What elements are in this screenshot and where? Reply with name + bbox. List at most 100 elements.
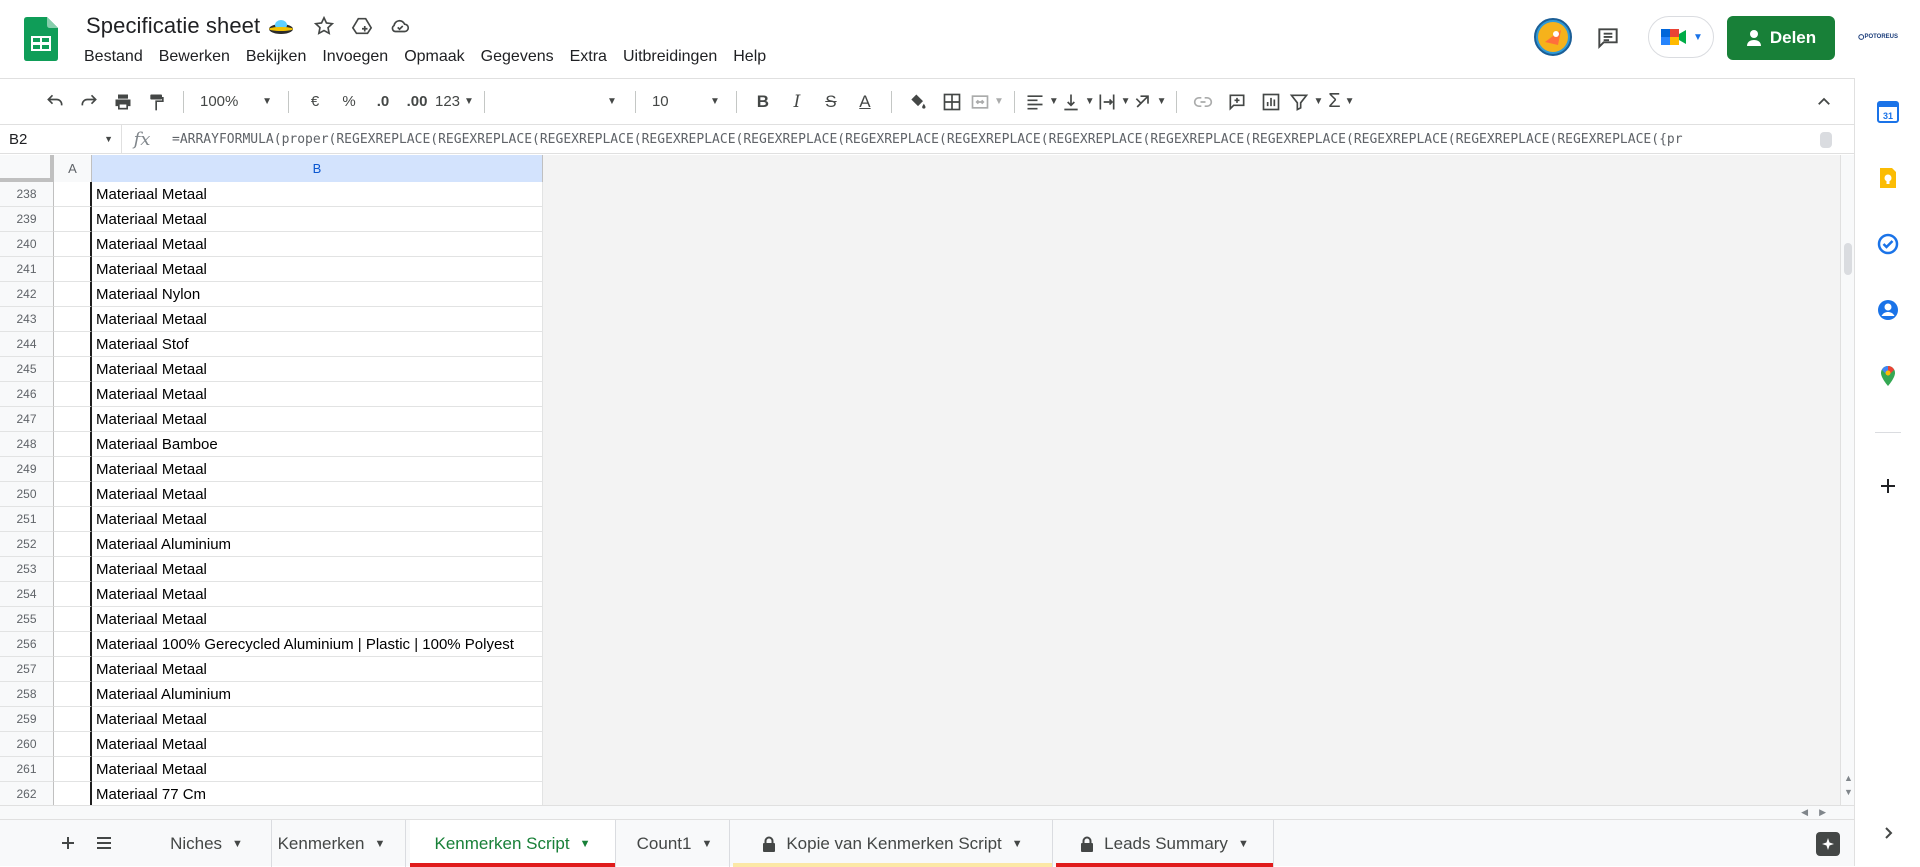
column-header-b[interactable]: B [92,155,543,182]
row-header[interactable]: 239 [0,207,54,232]
row-header[interactable]: 255 [0,607,54,632]
cell-a[interactable] [54,407,92,432]
row-header[interactable]: 243 [0,307,54,332]
cell-a[interactable] [54,457,92,482]
cell-a[interactable] [54,607,92,632]
sheets-logo-icon[interactable] [24,17,58,61]
decrease-decimal-button[interactable]: .0 [367,86,399,118]
cell-a[interactable] [54,707,92,732]
cell-b[interactable]: Materiaal Metaal [92,557,543,582]
cell-b[interactable]: Materiaal Metaal [92,207,543,232]
font-family-select[interactable]: ▼ [495,86,625,118]
cell-a[interactable] [54,532,92,557]
row-header[interactable]: 249 [0,457,54,482]
sheet-tab[interactable]: Count1 ▼ [620,820,730,867]
sheet-tab[interactable]: Kopie van Kenmerken Script ▼ [733,820,1053,867]
functions-icon[interactable]: Σ ▼ [1325,86,1357,118]
redo-icon[interactable] [73,86,105,118]
cell-a[interactable] [54,732,92,757]
menu-invoegen[interactable]: Invoegen [314,46,396,68]
name-box[interactable]: B2 ▼ [0,125,122,153]
print-icon[interactable] [107,86,139,118]
sheet-tab[interactable]: Kenmerken Script ▼ [410,820,616,867]
menu-help[interactable]: Help [725,46,774,68]
bold-icon[interactable]: B [747,86,779,118]
cell-a[interactable] [54,657,92,682]
star-icon[interactable] [312,14,336,38]
menu-extra[interactable]: Extra [562,46,615,68]
row-header[interactable]: 246 [0,382,54,407]
document-title[interactable]: Specificatie sheet [86,13,294,39]
cell-b[interactable]: Materiaal Metaal [92,732,543,757]
scroll-down-icon[interactable]: ▼ [1844,787,1853,797]
menu-gegevens[interactable]: Gegevens [473,46,562,68]
strikethrough-icon[interactable]: S [815,86,847,118]
cell-b[interactable]: Materiaal Metaal [92,257,543,282]
row-header[interactable]: 258 [0,682,54,707]
cell-a[interactable] [54,432,92,457]
cell-a[interactable] [54,357,92,382]
row-header[interactable]: 247 [0,407,54,432]
sheet-tab[interactable]: Niches ▼ [142,820,272,867]
move-to-drive-icon[interactable] [350,14,374,38]
increase-decimal-button[interactable]: .00 [401,86,433,118]
scroll-left-icon[interactable]: ◀ [1801,807,1808,818]
contacts-icon[interactable] [1876,298,1900,322]
undo-icon[interactable] [39,86,71,118]
row-header[interactable]: 251 [0,507,54,532]
row-header[interactable]: 261 [0,757,54,782]
cell-b[interactable]: Materiaal Metaal [92,482,543,507]
scroll-right-icon[interactable]: ▶ [1819,807,1826,818]
row-header[interactable]: 254 [0,582,54,607]
borders-icon[interactable] [936,86,968,118]
merge-cells-icon[interactable]: ▼ [970,86,1004,118]
cell-b[interactable]: Materiaal Metaal [92,707,543,732]
add-sheet-icon[interactable] [56,831,80,855]
cell-b[interactable]: Materiaal Metaal [92,182,543,207]
cell-a[interactable] [54,757,92,782]
cell-b[interactable]: Materiaal Nylon [92,282,543,307]
cell-a[interactable] [54,382,92,407]
currency-format-button[interactable]: € [299,86,331,118]
menu-bekijken[interactable]: Bekijken [238,46,314,68]
text-color-icon[interactable]: A [849,86,881,118]
row-header[interactable]: 240 [0,232,54,257]
sheet-tab[interactable]: Leads Summary ▼ [1056,820,1274,867]
cell-a[interactable] [54,507,92,532]
cell-b[interactable]: Materiaal Metaal [92,607,543,632]
menu-bestand[interactable]: Bestand [76,46,151,68]
cell-b[interactable]: Materiaal Metaal [92,407,543,432]
menu-bewerken[interactable]: Bewerken [151,46,238,68]
tasks-icon[interactable] [1876,232,1900,256]
cell-b[interactable]: Materiaal Metaal [92,457,543,482]
insert-chart-icon[interactable] [1255,86,1287,118]
cell-a[interactable] [54,557,92,582]
row-header[interactable]: 256 [0,632,54,657]
cell-b[interactable]: Materiaal Metaal [92,507,543,532]
keep-icon[interactable] [1876,166,1900,190]
paint-format-icon[interactable] [141,86,173,118]
align-vertical-icon[interactable]: ▼ [1061,86,1095,118]
spreadsheet-grid[interactable]: A B 238 Materiaal Metaal 239 Materiaal Meta… [0,155,1840,805]
add-addon-icon[interactable] [1876,474,1900,498]
cell-a[interactable] [54,207,92,232]
row-header[interactable]: 253 [0,557,54,582]
fill-color-icon[interactable] [902,86,934,118]
cell-a[interactable] [54,582,92,607]
cell-a[interactable] [54,182,92,207]
cell-a[interactable] [54,482,92,507]
cell-b[interactable]: Materiaal 100% Gerecycled Aluminium | Pl… [92,632,543,657]
cell-a[interactable] [54,782,92,805]
comments-icon[interactable] [1594,24,1622,52]
cell-a[interactable] [54,282,92,307]
text-rotation-icon[interactable]: ▼ [1133,86,1166,118]
italic-icon[interactable]: I [781,86,813,118]
row-header[interactable]: 248 [0,432,54,457]
vertical-scrollbar-thumb[interactable] [1844,243,1852,275]
cell-b[interactable]: Materiaal Aluminium [92,682,543,707]
cell-b[interactable]: Materiaal Metaal [92,757,543,782]
formula-scrollbar[interactable] [1820,132,1832,148]
cell-b[interactable]: Materiaal Aluminium [92,532,543,557]
cell-b[interactable]: Materiaal Bamboe [92,432,543,457]
row-header[interactable]: 257 [0,657,54,682]
